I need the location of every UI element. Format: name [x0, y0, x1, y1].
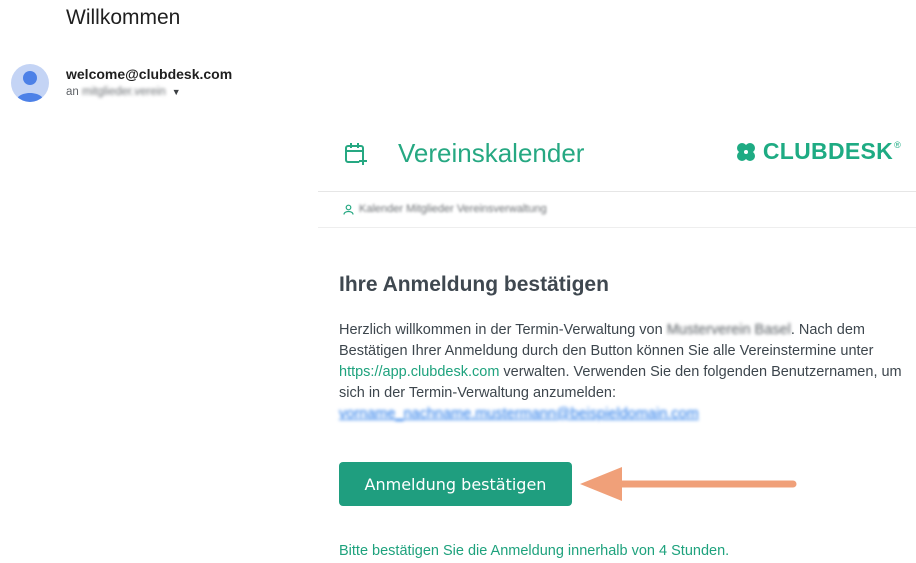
body-paragraph: Herzlich willkommen in der Termin-Verwal… — [339, 320, 911, 425]
arrow-left-icon — [580, 467, 797, 501]
sender-address[interactable]: welcome@clubdesk.com — [66, 66, 232, 82]
recipient-prefix: an — [66, 86, 79, 98]
logo-text: CLUBDESK — [762, 138, 894, 164]
calendar-icon — [345, 143, 367, 165]
email-subject: Willkommen — [66, 6, 181, 29]
recipient-row[interactable]: an mitglieder.verein ▼ — [66, 86, 181, 98]
org-divider — [318, 227, 916, 228]
confirm-heading: Ihre Anmeldung bestätigen — [339, 273, 609, 296]
clubdesk-logo: CLUBDESK ® — [734, 138, 901, 165]
person-avatar-icon — [16, 71, 44, 102]
confirm-registration-button[interactable]: Anmeldung bestätigen — [339, 462, 572, 506]
brand-title: Vereinskalender — [398, 138, 585, 168]
app-link[interactable]: https://app.clubdesk.com — [339, 364, 499, 380]
org-row: Kalender Mitglieder Vereinsverwaltung — [343, 203, 547, 215]
footer-note: Bitte bestätigen Sie die Anmeldung inner… — [339, 543, 730, 559]
clover-logo-icon — [736, 142, 755, 161]
org-name: Musterverein Basel — [666, 322, 791, 338]
org-text: Kalender Mitglieder Vereinsverwaltung — [359, 203, 547, 215]
sender-avatar[interactable] — [11, 64, 49, 102]
recipient-address: mitglieder.verein — [82, 86, 166, 98]
email-card: Vereinskalender CLUBDESK ® Kalender Mitg… — [318, 122, 916, 563]
caret-down-icon[interactable]: ▼ — [172, 87, 181, 97]
user-icon — [343, 204, 354, 215]
header-divider — [318, 191, 916, 192]
username-link[interactable]: vorname_nachname.mustermann@beispieldoma… — [339, 404, 699, 425]
logo-registered: ® — [894, 140, 901, 150]
